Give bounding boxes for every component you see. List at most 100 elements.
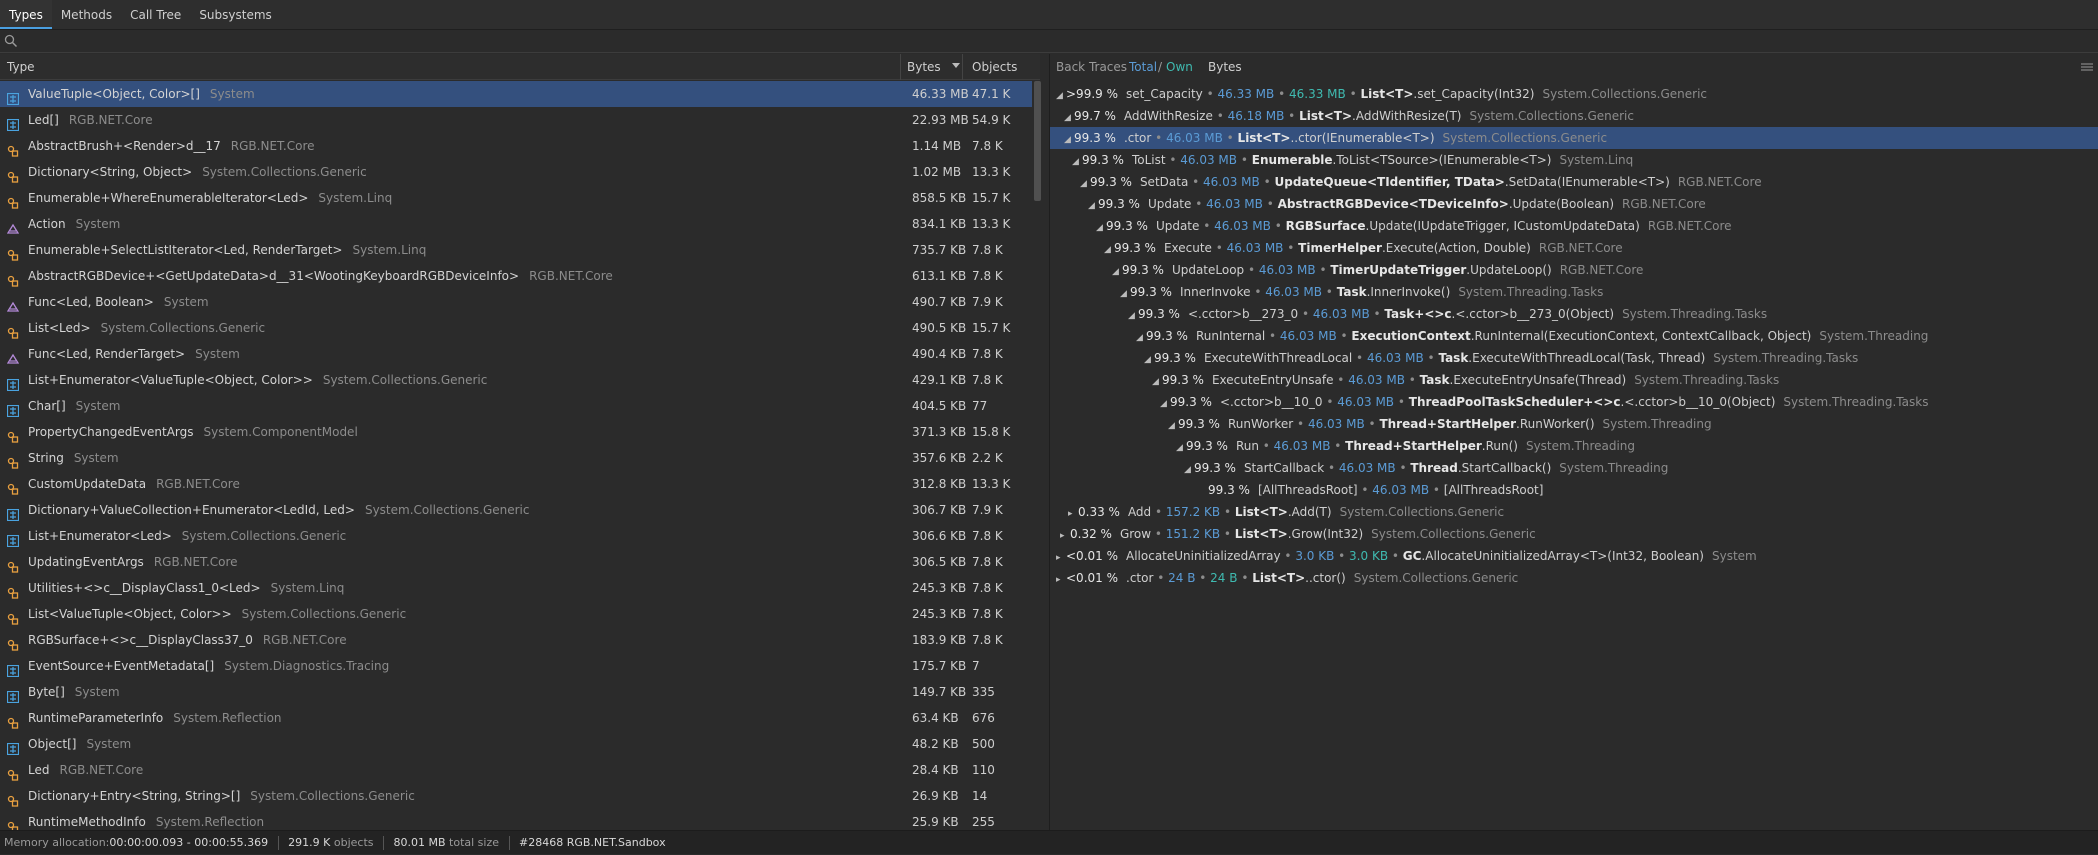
type-name: Dictionary+ValueCollection+Enumerator<Le…	[28, 503, 355, 517]
expanded-arrow-icon[interactable]: ◢	[1152, 371, 1162, 393]
tree-node[interactable]: ▸ <0.01 % AllocateUninitializedArray • 3.0…	[1050, 545, 2098, 567]
expanded-arrow-icon[interactable]: ◢	[1064, 129, 1074, 151]
column-header-bytes[interactable]: Bytes	[907, 54, 941, 80]
search-input[interactable]	[22, 33, 1222, 51]
collapsed-arrow-icon[interactable]: ▸	[1068, 503, 1078, 525]
table-row[interactable]: RGBSurface+<>c__DisplayClass37_0 RGB.NET.…	[0, 627, 1032, 653]
table-row[interactable]: RuntimeParameterInfo System.Reflection 63.…	[0, 705, 1032, 731]
table-row[interactable]: String System 357.6 KB 2.2 K	[0, 445, 1032, 471]
table-row[interactable]: List<ValueTuple<Object, Color>> System.Co…	[0, 601, 1032, 627]
collapse-all-icon[interactable]	[2080, 54, 2094, 80]
tree-node[interactable]: ◢ 99.3 % StartCallback • 46.03 MB • Thread…	[1050, 457, 2098, 479]
node-percent: 99.3 %	[1138, 307, 1180, 321]
node-class: Enumerable	[1251, 153, 1333, 167]
tree-node[interactable]: ◢ 99.3 % <.cctor>b__10_0 • 46.03 MB • Thre…	[1050, 391, 2098, 413]
expanded-arrow-icon[interactable]: ◢	[1128, 305, 1138, 327]
table-row[interactable]: Byte[] System 149.7 KB 335	[0, 679, 1032, 705]
table-row[interactable]: UpdatingEventArgs RGB.NET.Core 306.5 KB 7.8…	[0, 549, 1032, 575]
expanded-arrow-icon[interactable]: ◢	[1168, 415, 1178, 437]
table-row[interactable]: Object[] System 48.2 KB 500	[0, 731, 1032, 757]
tree-node[interactable]: ▸ 0.32 % Grow • 151.2 KB • List<T>.Grow(In…	[1050, 523, 2098, 545]
tree-node[interactable]: ◢ 99.3 % SetData • 46.03 MB • UpdateQueue<…	[1050, 171, 2098, 193]
table-row[interactable]: PropertyChangedEventArgs System.Component…	[0, 419, 1032, 445]
expanded-arrow-icon[interactable]: ◢	[1160, 393, 1170, 415]
column-header-type[interactable]: Type	[7, 54, 35, 80]
tab-subsystems[interactable]: Subsystems	[190, 0, 280, 29]
tree-node[interactable]: ◢ 99.3 % Update • 46.03 MB • RGBSurface.Up…	[1050, 215, 2098, 237]
expanded-arrow-icon[interactable]: ◢	[1080, 173, 1090, 195]
table-row[interactable]: Enumerable+WhereEnumerableIterator<Led> S…	[0, 185, 1032, 211]
table-row[interactable]: Dictionary+Entry<String, String>[] System…	[0, 783, 1032, 809]
expanded-arrow-icon[interactable]: ◢	[1064, 107, 1074, 129]
separator-dot: •	[1284, 109, 1300, 123]
types-scrollbar[interactable]	[1034, 81, 1041, 201]
separator-dot: •	[1211, 241, 1227, 255]
bytes-toggle[interactable]: Bytes	[1208, 54, 1242, 80]
expanded-arrow-icon[interactable]: ◢	[1096, 217, 1106, 239]
table-row[interactable]: Func<Led, Boolean> System 490.7 KB 7.9 K	[0, 289, 1032, 315]
column-separator[interactable]	[900, 54, 901, 80]
tree-node[interactable]: ◢ 99.3 % Update • 46.03 MB • AbstractRGBDe…	[1050, 193, 2098, 215]
tree-node[interactable]: ◢ 99.3 % RunInternal • 46.03 MB • Executio…	[1050, 325, 2098, 347]
column-header-objects[interactable]: Objects	[972, 54, 1017, 80]
table-row[interactable]: Char[] System 404.5 KB 77	[0, 393, 1032, 419]
expanded-arrow-icon[interactable]: ◢	[1176, 437, 1186, 459]
table-row[interactable]: Func<Led, RenderTarget> System 490.4 KB 7.8…	[0, 341, 1032, 367]
total-toggle[interactable]: Total	[1129, 54, 1157, 80]
table-row[interactable]: AbstractBrush+<Render>d__17 RGB.NET.Core 1…	[0, 133, 1032, 159]
table-row[interactable]: ValueTuple<Object, Color>[] System 46.33 M…	[0, 81, 1032, 107]
collapsed-arrow-icon[interactable]: ▸	[1056, 547, 1066, 569]
search-icon[interactable]	[4, 34, 18, 48]
tree-node[interactable]: ◢ 99.3 % RunWorker • 46.03 MB • Thread+Sta…	[1050, 413, 2098, 435]
tab-methods[interactable]: Methods	[52, 0, 121, 29]
table-row[interactable]: List+Enumerator<ValueTuple<Object, Color…	[0, 367, 1032, 393]
tab-call-tree[interactable]: Call Tree	[121, 0, 190, 29]
table-row[interactable]: List<Led> System.Collections.Generic 490.5…	[0, 315, 1032, 341]
table-row[interactable]: AbstractRGBDevice+<GetUpdateData>d__31<W…	[0, 263, 1032, 289]
tree-node[interactable]: ◢ 99.3 % <.cctor>b__273_0 • 46.03 MB • Tas…	[1050, 303, 2098, 325]
collapsed-arrow-icon[interactable]: ▸	[1056, 569, 1066, 591]
node-method: <.cctor>b__273_0	[1187, 307, 1299, 321]
expanded-arrow-icon[interactable]: ◢	[1104, 239, 1114, 261]
tree-node[interactable]: ▸ 0.33 % Add • 157.2 KB • List<T>.Add(T) Sy…	[1050, 501, 2098, 523]
table-row[interactable]: Dictionary+ValueCollection+Enumerator<Le…	[0, 497, 1032, 523]
table-row[interactable]: EventSource+EventMetadata[] System.Diagno…	[0, 653, 1032, 679]
table-row[interactable]: Dictionary<String, Object> System.Collect…	[0, 159, 1032, 185]
expanded-arrow-icon[interactable]: ◢	[1072, 151, 1082, 173]
table-row[interactable]: Led RGB.NET.Core 28.4 KB 110	[0, 757, 1032, 783]
tree-node[interactable]: ◢ 99.3 % Execute • 46.03 MB • TimerHelper.…	[1050, 237, 2098, 259]
status-time-range[interactable]: 00:00:00.093 - 00:00:55.369	[109, 836, 268, 849]
tree-node[interactable]: ▸ <0.01 % .ctor • 24 B • 24 B • List<T>..c…	[1050, 567, 2098, 589]
expanded-arrow-icon[interactable]: ◢	[1056, 85, 1066, 107]
expanded-arrow-icon[interactable]: ◢	[1144, 349, 1154, 371]
expanded-arrow-icon[interactable]: ◢	[1136, 327, 1146, 349]
table-row[interactable]: CustomUpdateData RGB.NET.Core 312.8 KB 13.3…	[0, 471, 1032, 497]
tree-node[interactable]: ◢ 99.3 % InnerInvoke • 46.03 MB • Task.Inn…	[1050, 281, 2098, 303]
tree-node[interactable]: ◢ 99.3 % ExecuteWithThreadLocal • 46.03 MB…	[1050, 347, 2098, 369]
table-row[interactable]: RuntimeMethodInfo System.Reflection 25.9 K…	[0, 809, 1032, 830]
back-traces-title[interactable]: Back Traces	[1056, 54, 1127, 80]
tree-node[interactable]: ◢ 99.3 % ExecuteEntryUnsafe • 46.03 MB • T…	[1050, 369, 2098, 391]
table-row[interactable]: Led[] RGB.NET.Core 22.93 MB 54.9 K	[0, 107, 1032, 133]
tree-node[interactable]: ◢ >99.9 % set_Capacity • 46.33 MB • 46.33 …	[1050, 83, 2098, 105]
table-row[interactable]: List+Enumerator<Led> System.Collections.G…	[0, 523, 1032, 549]
collapsed-arrow-icon[interactable]: ▸	[1060, 525, 1070, 547]
tree-node[interactable]: ◢ 99.3 % Run • 46.03 MB • Thread+StartHelp…	[1050, 435, 2098, 457]
tree-node[interactable]: ◢ 99.3 % ToList • 46.03 MB • Enumerable.To…	[1050, 149, 2098, 171]
expanded-arrow-icon[interactable]: ◢	[1088, 195, 1098, 217]
table-row[interactable]: Action System 834.1 KB 13.3 K	[0, 211, 1032, 237]
tab-types[interactable]: Types	[0, 0, 52, 29]
status-process[interactable]: #28468 RGB.NET.Sandbox	[519, 836, 666, 849]
own-toggle[interactable]: Own	[1166, 54, 1193, 80]
column-separator[interactable]	[962, 54, 963, 80]
expanded-arrow-icon[interactable]: ◢	[1112, 261, 1122, 283]
expanded-arrow-icon[interactable]: ◢	[1184, 459, 1194, 481]
tree-node[interactable]: ◢ 99.3 % .ctor • 46.03 MB • List<T>..ctor(…	[1050, 127, 2098, 149]
tree-node[interactable]: ◢ 99.3 % UpdateLoop • 46.03 MB • TimerUpda…	[1050, 259, 2098, 281]
table-row[interactable]: Enumerable+SelectListIterator<Led, Rende…	[0, 237, 1032, 263]
tree-node[interactable]: 99.3 % [AllThreadsRoot] • 46.03 MB • [All…	[1050, 479, 2098, 501]
tree-node[interactable]: ◢ 99.7 % AddWithResize • 46.18 MB • List<T…	[1050, 105, 2098, 127]
table-row[interactable]: Utilities+<>c__DisplayClass1_0<Led> Syste…	[0, 575, 1032, 601]
expanded-arrow-icon[interactable]: ◢	[1120, 283, 1130, 305]
bytes-cell: 735.7 KB	[912, 243, 967, 257]
